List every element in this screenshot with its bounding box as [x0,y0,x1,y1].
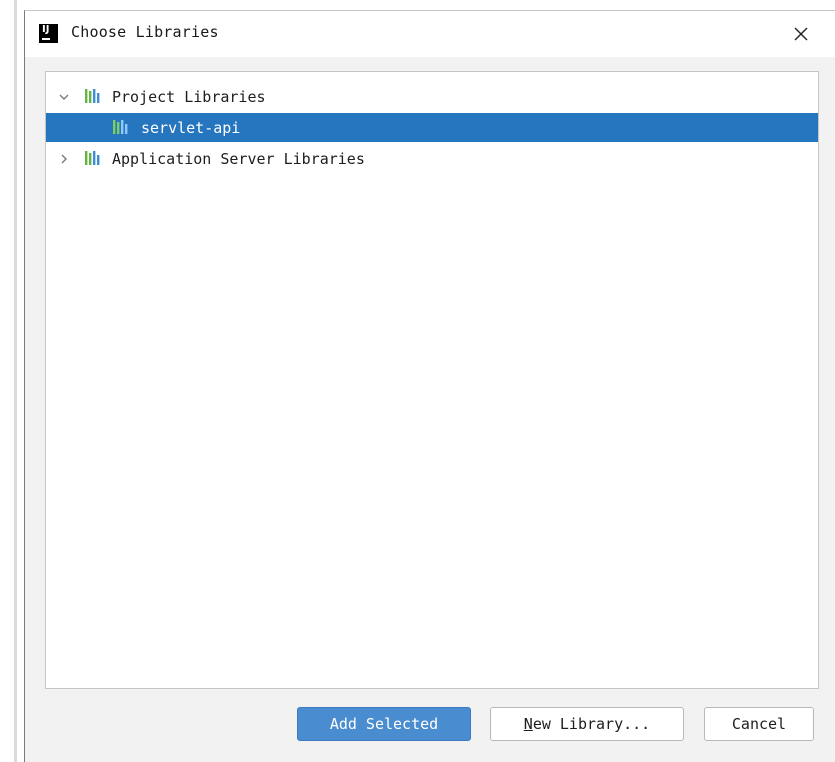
new-library-button[interactable]: New Library... [490,707,684,741]
close-icon [794,27,808,41]
tree-node-label: Project Libraries [112,87,266,106]
library-icon [85,151,100,165]
library-icon [85,89,100,103]
cancel-button[interactable]: Cancel [704,707,814,741]
intellij-idea-icon: IJ [39,24,58,43]
dialog-title: Choose Libraries [71,23,219,41]
close-button[interactable] [783,17,819,51]
mnemonic-letter: N [523,715,533,733]
tree-node-application-server-libraries[interactable]: Application Server Libraries [46,144,818,173]
tree-node-servlet-api[interactable]: servlet-api [46,113,818,142]
tree-node-project-libraries[interactable]: Project Libraries [46,82,818,111]
library-tree[interactable]: Project Libraries servlet-api Applicatio… [45,71,819,689]
library-icon [113,120,128,134]
chevron-down-icon[interactable] [58,91,70,103]
tree-node-label: Application Server Libraries [112,149,365,168]
chevron-right-icon[interactable] [58,153,70,165]
tree-node-label: servlet-api [141,118,241,137]
background-window-edge [14,0,17,762]
choose-libraries-dialog: IJ Choose Libraries Project Libraries se… [24,10,835,762]
title-bar[interactable]: IJ Choose Libraries [25,11,835,57]
button-label: ew Library... [532,715,651,733]
add-selected-button[interactable]: Add Selected [297,707,471,741]
